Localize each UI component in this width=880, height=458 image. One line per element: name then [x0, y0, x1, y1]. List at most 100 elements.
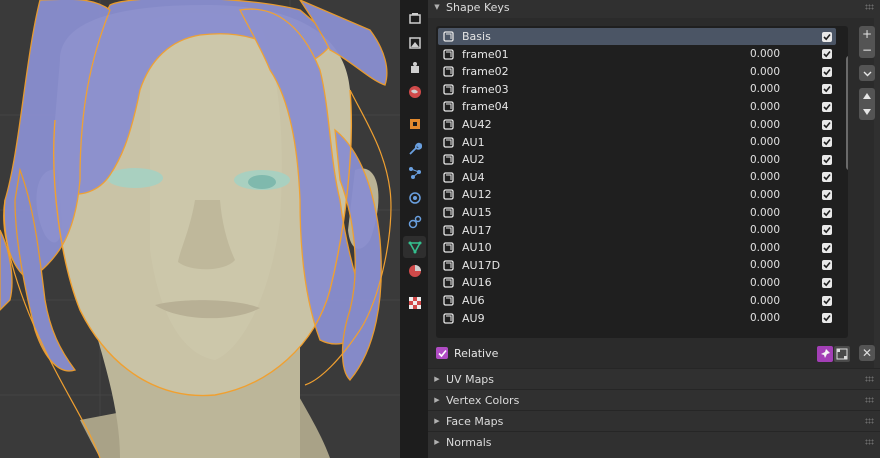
shape-key-row[interactable]: frame02 0.000: [438, 63, 836, 80]
move-down-button[interactable]: [859, 104, 875, 120]
face-maps-header[interactable]: ▶ Face Maps: [428, 411, 880, 431]
shape-key-lock-button[interactable]: [817, 346, 833, 362]
shape-key-value[interactable]: 0.000: [730, 136, 780, 148]
drag-grip-icon[interactable]: [865, 397, 874, 403]
shape-key-row[interactable]: AU17 0.000: [438, 222, 836, 239]
relative-checkbox[interactable]: [436, 347, 448, 359]
shape-key-mute-checkbox[interactable]: [822, 242, 832, 253]
object-data-tab[interactable]: [403, 236, 426, 258]
drag-grip-icon[interactable]: [865, 439, 874, 445]
shape-key-list[interactable]: Basis frame01 0.000 frame02 0.000 frame03 0.00…: [436, 26, 848, 338]
normals-header[interactable]: ▶ Normals: [428, 432, 880, 452]
shape-key-row[interactable]: AU42 0.000: [438, 116, 836, 133]
shape-key-value[interactable]: 0.000: [730, 259, 780, 271]
shape-key-mute-checkbox[interactable]: [822, 66, 832, 77]
shape-key-mute-checkbox[interactable]: [822, 31, 832, 42]
object-tab[interactable]: [403, 113, 426, 135]
shape-key-value[interactable]: 0.000: [730, 189, 780, 201]
shape-key-row[interactable]: AU12 0.000: [438, 186, 836, 203]
shape-key-name[interactable]: AU12: [462, 188, 662, 201]
shape-key-name[interactable]: frame02: [462, 65, 662, 78]
shape-key-mute-checkbox[interactable]: [822, 189, 832, 200]
shape-key-name[interactable]: frame01: [462, 48, 662, 61]
shape-key-row[interactable]: AU1 0.000: [438, 134, 836, 151]
shape-key-value[interactable]: 0.000: [730, 295, 780, 307]
list-scrollbar[interactable]: [846, 56, 848, 170]
add-shape-key-button[interactable]: +: [859, 26, 875, 42]
shape-key-name[interactable]: AU2: [462, 153, 662, 166]
shape-key-row[interactable]: AU15 0.000: [438, 204, 836, 221]
shape-key-mute-checkbox[interactable]: [822, 295, 832, 306]
shape-key-value[interactable]: 0.000: [730, 171, 780, 183]
modifier-tab[interactable]: [403, 138, 426, 160]
shape-key-name[interactable]: AU17D: [462, 259, 662, 272]
shape-key-row[interactable]: AU6 0.000: [438, 292, 836, 309]
shape-key-row[interactable]: frame04 0.000: [438, 98, 836, 115]
shape-key-mute-checkbox[interactable]: [822, 119, 832, 130]
shape-key-name[interactable]: AU15: [462, 206, 662, 219]
shape-key-mute-checkbox[interactable]: [822, 172, 832, 183]
render-tab[interactable]: [403, 8, 426, 30]
texture-tab[interactable]: [403, 292, 426, 314]
shape-key-name[interactable]: AU6: [462, 294, 662, 307]
shape-key-row[interactable]: frame01 0.000: [438, 46, 836, 63]
shape-key-name[interactable]: AU17: [462, 224, 662, 237]
relative-toggle[interactable]: Relative: [436, 344, 498, 362]
move-up-button[interactable]: [859, 88, 875, 104]
shape-key-mute-checkbox[interactable]: [822, 225, 832, 236]
shape-key-mute-checkbox[interactable]: [822, 49, 832, 60]
shape-key-mute-checkbox[interactable]: [822, 154, 832, 165]
shape-key-row[interactable]: AU2 0.000: [438, 151, 836, 168]
view-layer-tab[interactable]: [403, 57, 426, 79]
shape-key-name[interactable]: AU10: [462, 241, 662, 254]
shape-key-value[interactable]: 0.000: [730, 119, 780, 131]
drag-grip-icon[interactable]: [865, 4, 874, 10]
shape-key-row[interactable]: AU17D 0.000: [438, 257, 836, 274]
shape-key-name[interactable]: AU16: [462, 276, 662, 289]
constraints-tab[interactable]: [403, 211, 426, 233]
specials-menu-button[interactable]: [859, 65, 875, 81]
material-tab[interactable]: [403, 260, 426, 282]
shape-key-value[interactable]: 0.000: [730, 154, 780, 166]
shape-key-mute-checkbox[interactable]: [822, 277, 832, 288]
uv-maps-header[interactable]: ▶ UV Maps: [428, 369, 880, 389]
shape-key-mute-checkbox[interactable]: [822, 207, 832, 218]
output-tab[interactable]: [403, 32, 426, 54]
shape-key-row[interactable]: AU4 0.000: [438, 169, 836, 186]
shape-key-name[interactable]: AU4: [462, 171, 662, 184]
shape-key-mute-checkbox[interactable]: [822, 84, 832, 95]
shape-key-name[interactable]: AU42: [462, 118, 662, 131]
particles-tab[interactable]: [403, 162, 426, 184]
shape-key-mute-checkbox[interactable]: [822, 137, 832, 148]
edit-mode-button[interactable]: [834, 346, 850, 362]
shape-key-value[interactable]: 0.000: [730, 48, 780, 60]
shape-key-row[interactable]: Basis: [438, 28, 836, 45]
shape-key-mute-checkbox[interactable]: [822, 313, 832, 324]
remove-shape-key-button[interactable]: −: [859, 42, 875, 58]
shape-keys-header[interactable]: ▼ Shape Keys: [428, 0, 880, 17]
shape-key-value[interactable]: 0.000: [730, 207, 780, 219]
shape-key-row[interactable]: AU9 0.000: [438, 310, 836, 327]
world-tab[interactable]: [403, 81, 426, 103]
shape-key-name[interactable]: frame04: [462, 100, 662, 113]
shape-key-row[interactable]: AU16 0.000: [438, 274, 836, 291]
physics-tab[interactable]: [403, 187, 426, 209]
shape-key-row[interactable]: AU10 0.000: [438, 239, 836, 256]
shape-key-name[interactable]: Basis: [462, 30, 662, 43]
shape-key-value[interactable]: 0.000: [730, 101, 780, 113]
shape-key-value[interactable]: 0.000: [730, 224, 780, 236]
shape-key-name[interactable]: frame03: [462, 83, 662, 96]
drag-grip-icon[interactable]: [865, 376, 874, 382]
shape-key-mute-checkbox[interactable]: [822, 101, 832, 112]
shape-key-value[interactable]: 0.000: [730, 242, 780, 254]
clear-pin-button[interactable]: ✕: [859, 345, 875, 361]
shape-key-name[interactable]: AU1: [462, 136, 662, 149]
shape-key-value[interactable]: 0.000: [730, 277, 780, 289]
shape-key-mute-checkbox[interactable]: [822, 260, 832, 271]
vertex-colors-header[interactable]: ▶ Vertex Colors: [428, 390, 880, 410]
shape-key-row[interactable]: frame03 0.000: [438, 81, 836, 98]
shape-key-name[interactable]: AU9: [462, 312, 662, 325]
shape-key-value[interactable]: 0.000: [730, 66, 780, 78]
shape-key-value[interactable]: 0.000: [730, 312, 780, 324]
3d-viewport[interactable]: [0, 0, 400, 458]
